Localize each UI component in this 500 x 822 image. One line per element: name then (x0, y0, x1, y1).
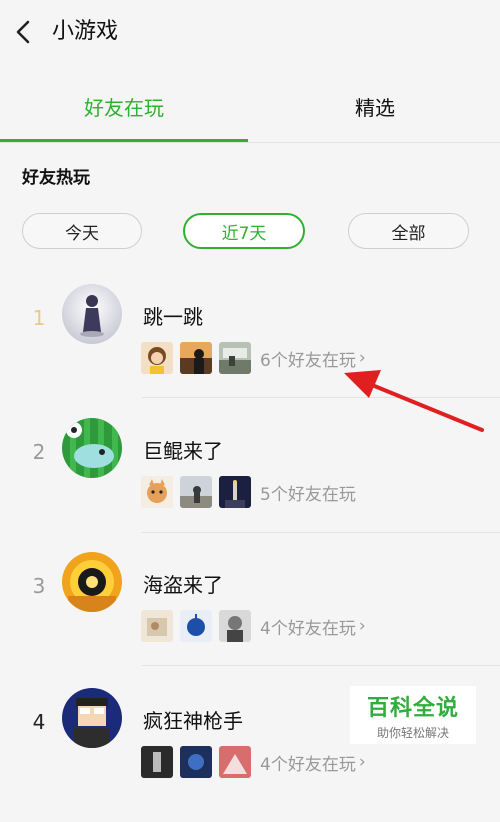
game-icon-fengkuang-shenqiangshou (62, 688, 122, 748)
friend-avatar (141, 610, 173, 642)
filter-all-button[interactable]: 全部 (348, 213, 469, 249)
friends-count-text: 4个好友在玩 (260, 618, 356, 639)
rank-number: 1 (32, 306, 46, 330)
back-icon[interactable] (12, 18, 38, 46)
rank-number: 4 (32, 710, 46, 734)
chevron-right-icon: › (358, 348, 366, 368)
friend-avatar (180, 746, 212, 778)
friend-avatar (219, 476, 251, 508)
friend-avatar (141, 746, 173, 778)
tab-bar: 好友在玩 精选 (0, 72, 500, 143)
game-name: 疯狂神枪手 (143, 709, 243, 733)
friends-count-text: 6个好友在玩 (260, 350, 356, 371)
friend-avatar (141, 476, 173, 508)
tab-friends-playing[interactable]: 好友在玩 (0, 72, 248, 140)
watermark-main-text: 百科全说 (366, 695, 459, 721)
friend-avatar (180, 610, 212, 642)
friends-playing[interactable]: 4个好友在玩 › (141, 610, 366, 642)
game-icon-julun (62, 418, 122, 478)
chevron-right-icon: › (358, 752, 366, 772)
rank-number: 2 (32, 440, 46, 464)
tab-featured[interactable]: 精选 (250, 72, 500, 140)
row-divider (142, 397, 500, 398)
friend-avatar (219, 610, 251, 642)
friends-count-text: 4个好友在玩 (260, 754, 356, 775)
friend-avatar (219, 342, 251, 374)
watermark-sub-text: 助你轻松解决 (376, 725, 449, 740)
game-name: 海盗来了 (143, 573, 223, 597)
friends-playing[interactable]: 6个好友在玩 › (141, 342, 366, 374)
friends-playing[interactable]: 4个好友在玩 › (141, 746, 366, 778)
game-name: 巨鲲来了 (143, 439, 223, 463)
row-divider (142, 532, 500, 533)
friend-avatar (180, 342, 212, 374)
section-title: 好友热玩 (22, 168, 90, 188)
game-icon-haidao (62, 552, 122, 612)
friend-avatar (180, 476, 212, 508)
filter-today-button[interactable]: 今天 (22, 213, 142, 249)
header-bar: 小游戏 (0, 0, 500, 64)
game-icon-tiaoyitiao (62, 284, 122, 344)
game-name: 跳一跳 (143, 305, 203, 329)
watermark-logo: 百科全说 助你轻松解决 (350, 686, 476, 744)
friend-avatar (219, 746, 251, 778)
row-divider (142, 665, 500, 666)
chevron-right-icon: › (358, 616, 366, 636)
active-tab-indicator (0, 139, 248, 142)
friend-avatar (141, 342, 173, 374)
page-title: 小游戏 (52, 19, 119, 44)
friends-playing[interactable]: 5个好友在玩 (141, 476, 356, 508)
filter-7days-button[interactable]: 近7天 (183, 213, 305, 249)
friends-count-text: 5个好友在玩 (260, 484, 356, 505)
rank-number: 3 (32, 574, 46, 598)
